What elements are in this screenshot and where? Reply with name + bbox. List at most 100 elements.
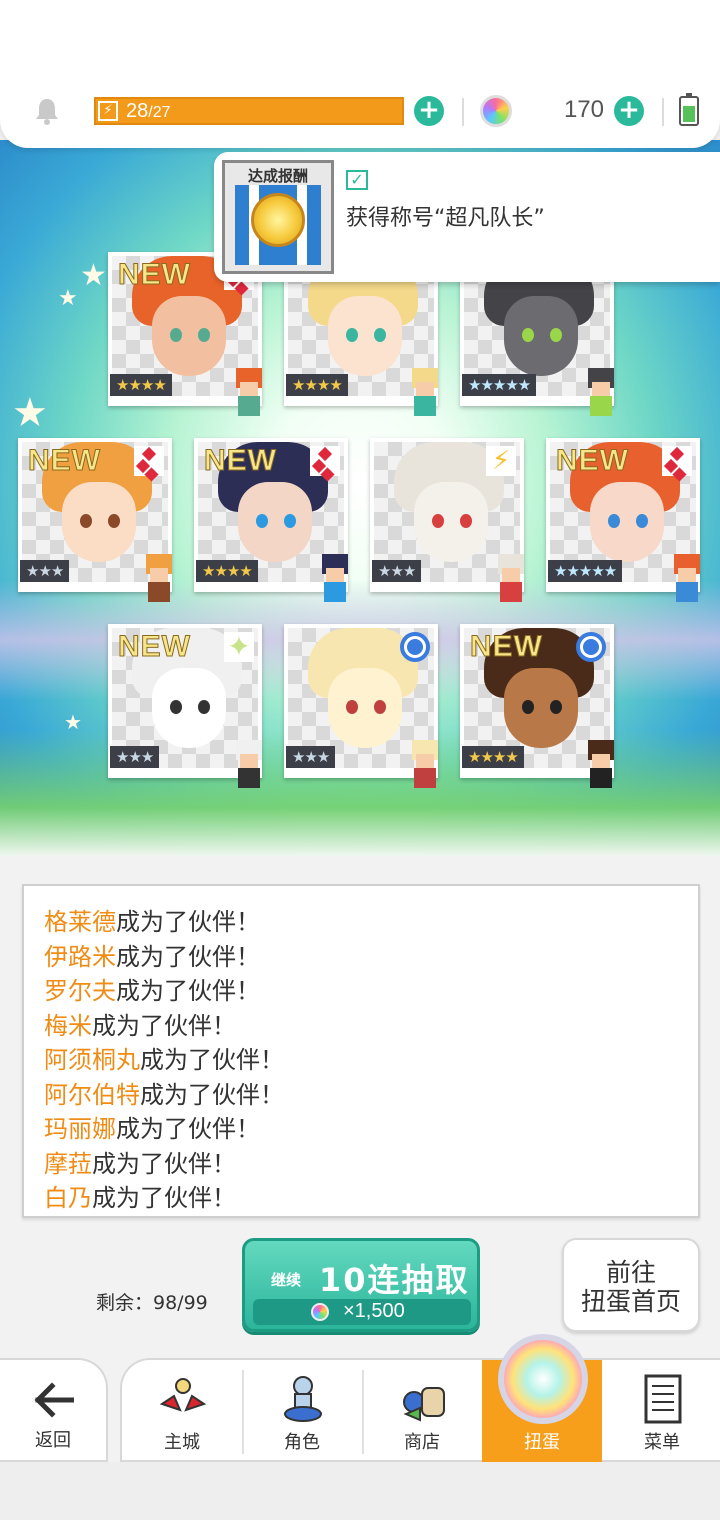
log-suffix: 成为了伙伴！ [140,1046,284,1074]
nav-label: 扭蛋 [524,1432,560,1453]
log-suffix: 成为了伙伴！ [92,1011,236,1040]
battery-icon [679,93,699,126]
remaining-count: 剩余：98/99 [96,1292,208,1314]
medal-icon [251,193,305,247]
new-badge: NEW [470,630,543,664]
log-line: 阿尔伯特成为了伙伴！ [44,1075,284,1110]
new-badge: NEW [556,444,629,478]
character-card[interactable]: NEW ★★★★ [460,624,614,788]
rarity-stars: ★★★★★ [548,560,623,582]
character-name: 伊路米 [44,942,116,971]
character-name: 玛丽娜 [44,1115,116,1143]
achievement-text: 获得称号“超凡队长” [346,206,545,231]
blue-element-icon [576,632,606,662]
pixel-sprite-icon [582,368,620,416]
pixel-sprite-icon [140,554,178,602]
energy-bolt-icon: ⚡ [98,101,118,121]
rarity-stars: ★★★ [20,560,70,582]
rarity-stars: ★★★ [372,560,422,582]
character-card[interactable]: NEW ★★★ [18,438,172,602]
character-card[interactable]: ⚡ ★★★ [370,438,524,602]
achievement-popup[interactable]: 达成报酬 ✓ 获得称号“超凡队长” [214,152,720,282]
energy-bar: ⚡ 28/27 [94,97,404,125]
log-line: 格莱德成为了伙伴！ [44,902,260,937]
ten-pull-button[interactable]: 继续 10连抽取 ×1,500 [242,1238,480,1332]
bell-icon[interactable] [32,96,62,126]
rainbow-gem-icon [480,95,512,127]
log-line: 罗尔夫成为了伙伴！ [44,971,260,1006]
gacha-capsule-icon [498,1334,588,1424]
character-name: 格莱德 [44,908,116,936]
nav-item-menu[interactable]: 菜单 [602,1360,720,1462]
back-button[interactable]: 返回 [0,1358,108,1462]
menu-list-icon [644,1374,682,1424]
new-badge: NEW [118,258,191,292]
rarity-stars: ★★★ [110,746,160,768]
nav-item-shop[interactable]: 商店 [362,1360,482,1462]
character-card[interactable]: ★★★ [284,624,438,788]
log-suffix: 成为了伙伴！ [116,942,260,971]
checkbox-icon: ✓ [346,170,368,190]
pixel-sprite-icon [406,740,444,788]
character-icon [284,1376,322,1422]
back-arrow-icon [34,1382,74,1418]
energy-value: 28/27 [126,100,171,122]
town-icon [159,1378,207,1412]
new-badge: NEW [118,630,191,664]
bottom-nav: 返回 主城 角色 商店 扭蛋 菜单 [0,1334,720,1462]
character-name: 罗尔夫 [44,977,116,1005]
pixel-sprite-icon [316,554,354,602]
log-suffix: 成为了伙伴！ [116,1115,260,1143]
yellow-element-icon: ⚡ [486,446,516,476]
log-suffix: 成为了伙伴！ [92,1149,236,1178]
nav-tabs: 主城 角色 商店 扭蛋 菜单 [120,1334,720,1462]
pull-label: 10连抽取 [319,1261,470,1299]
nav-item-characters[interactable]: 角色 [242,1360,362,1462]
gacha-home-button[interactable]: 前往 扭蛋首页 [562,1238,700,1332]
character-name: 阿尔伯特 [44,1080,140,1109]
character-name: 摩菈 [44,1149,92,1178]
log-line: 玛丽娜成为了伙伴！ [44,1109,260,1144]
pixel-sprite-icon [230,368,268,416]
nav-label: 主城 [164,1432,200,1453]
home-label-line2: 扭蛋首页 [580,1287,681,1316]
log-suffix: 成为了伙伴！ [116,908,260,936]
nav-item-town[interactable]: 主城 [122,1360,242,1462]
sparkle-icon: ★ [64,710,82,734]
sparkle-icon: ★ [58,286,78,311]
rarity-stars: ★★★★ [286,374,348,396]
pixel-sprite-icon [406,368,444,416]
blue-element-icon [400,632,430,662]
rarity-stars: ★★★★★ [462,374,537,396]
recruit-log[interactable]: 格莱德成为了伙伴！ 伊路米成为了伙伴！ 罗尔夫成为了伙伴！ 梅米成为了伙伴！ 阿须桐丸成… [22,884,700,1218]
medal-badge: 达成报酬 [222,160,334,274]
nav-label: 角色 [284,1432,320,1453]
log-line: 阿须桐丸成为了伙伴！ [44,1040,284,1075]
home-label-line1: 前往 [605,1258,656,1287]
green-element-icon: ✦ [224,632,254,662]
nav-item-gacha[interactable]: 扭蛋 [482,1334,602,1462]
nav-label: 商店 [404,1432,440,1453]
rarity-stars: ★★★ [286,746,336,768]
character-card[interactable]: NEW ✦ ★★★ [108,624,262,788]
character-name: 阿须桐丸 [44,1046,140,1074]
pixel-sprite-icon [492,554,530,602]
shop-icon [403,1387,445,1422]
log-suffix: 成为了伙伴！ [116,977,260,1005]
rainbow-gem-icon [311,1303,329,1321]
red-element-icon [310,446,340,476]
pull-cost: ×1,500 [253,1299,471,1325]
log-line: 梅米成为了伙伴！ [44,1006,236,1041]
log-line: 白乃成为了伙伴！ [44,1178,236,1213]
add-energy-button[interactable]: + [414,96,444,126]
divider [462,98,464,126]
log-line: 伊路米成为了伙伴！ [44,937,260,972]
red-element-icon [134,446,164,476]
continue-label: 继续 [271,1271,302,1289]
add-gems-button[interactable]: + [614,96,644,126]
character-card[interactable]: NEW ★★★★★ [546,438,700,602]
red-element-icon [662,446,692,476]
sparkle-icon: ★ [12,390,48,436]
system-nav-strip [0,1462,720,1520]
character-card[interactable]: NEW ★★★★ [194,438,348,602]
